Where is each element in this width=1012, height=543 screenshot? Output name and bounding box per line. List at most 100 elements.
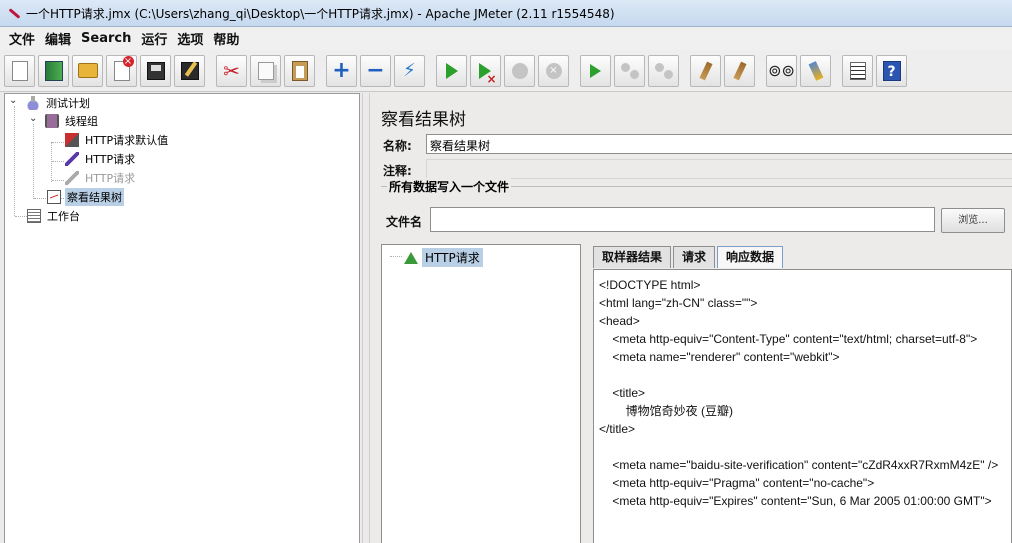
new-button[interactable] <box>4 54 35 87</box>
help-button[interactable]: ? <box>876 54 907 87</box>
comment-field[interactable] <box>426 159 1012 179</box>
response-line <box>599 438 1006 456</box>
start-icon <box>445 62 458 79</box>
jmeter-feather-icon <box>6 6 20 20</box>
tree-toggle-thread-group[interactable]: ⌄ <box>29 114 38 124</box>
spool-icon <box>45 114 59 128</box>
cut-button[interactable]: ✂ <box>216 54 247 87</box>
response-line: <!DOCTYPE html> <box>599 278 701 292</box>
result-sample-node[interactable]: HTTP请求 <box>404 248 483 267</box>
menu-file[interactable]: 文件 <box>4 29 40 48</box>
paste-icon <box>291 60 308 81</box>
open-folder-icon <box>77 63 98 78</box>
reset-search-button[interactable] <box>800 54 831 87</box>
test-plan-tree: ⌄ ⌄ 测试计划 线程组 HTTP请求默认值 HTTP请求 HTTP请求 察看结… <box>4 93 360 543</box>
page-title: 察看结果树 <box>381 110 466 130</box>
start-button[interactable] <box>436 54 467 87</box>
paste-button[interactable] <box>284 54 315 87</box>
stop-button[interactable] <box>504 54 535 87</box>
expand-icon: + <box>332 57 351 83</box>
window-title: 一个HTTP请求.jmx (C:\Users\zhang_qi\Desktop\… <box>26 6 615 21</box>
start-no-pause-button[interactable] <box>470 54 501 87</box>
menu-help[interactable]: 帮助 <box>208 29 244 48</box>
filename-label: 文件名 <box>386 215 423 229</box>
response-line <box>599 366 1006 384</box>
new-doc-icon <box>11 60 28 81</box>
tree-item-label: 线程组 <box>65 115 98 128</box>
response-line: <html lang="zh-CN" class=""> <box>599 296 758 310</box>
response-line: <meta name="baidu-site-verification" con… <box>599 458 999 472</box>
response-data-text[interactable]: <!DOCTYPE html> <html lang="zh-CN" class… <box>593 269 1012 543</box>
remote-shutdown-button[interactable] <box>648 54 679 87</box>
menu-search[interactable]: Search <box>76 31 136 46</box>
title-bar: 一个HTTP请求.jmx (C:\Users\zhang_qi\Desktop\… <box>0 0 1012 27</box>
open-button[interactable] <box>72 54 103 87</box>
menu-edit[interactable]: 编辑 <box>40 29 76 48</box>
name-label: 名称: <box>383 139 412 153</box>
templates-icon <box>44 60 63 81</box>
clear-all-button[interactable] <box>724 54 755 87</box>
start-no-pause-icon <box>478 62 497 85</box>
shutdown-icon: × <box>545 62 562 79</box>
close-doc-icon <box>113 55 134 81</box>
response-line: </title> <box>599 422 636 436</box>
response-line: <meta http-equiv="Expires" content="Sun,… <box>599 494 992 508</box>
tree-item-label: HTTP请求 <box>85 172 136 185</box>
tree-toggle-test-plan[interactable]: ⌄ <box>9 96 18 106</box>
copy-icon <box>257 61 274 80</box>
cut-icon: ✂ <box>223 58 240 83</box>
tree-item-http-defaults[interactable]: HTTP请求默认值 <box>65 131 170 149</box>
listener-panel: 察看结果树 名称: 察看结果树 注释: 所有数据写入一个文件 文件名 浏览...… <box>371 93 1012 543</box>
menu-options[interactable]: 选项 <box>172 29 208 48</box>
collapse-icon: − <box>366 57 385 83</box>
remote-start-button[interactable] <box>580 54 611 87</box>
tree-item-workbench[interactable]: 工作台 <box>27 207 82 225</box>
result-sample-label: HTTP请求 <box>422 248 483 267</box>
success-triangle-icon <box>404 251 418 264</box>
flask-icon <box>26 96 40 110</box>
clear-icon <box>698 61 713 80</box>
shutdown-button[interactable]: × <box>538 54 569 87</box>
stop-icon <box>511 62 528 79</box>
name-field[interactable]: 察看结果树 <box>426 134 1012 154</box>
filename-input[interactable] <box>430 207 935 232</box>
menu-run[interactable]: 运行 <box>136 29 172 48</box>
remote-stop-icon <box>620 62 639 79</box>
tree-item-test-plan[interactable]: 测试计划 <box>26 94 92 112</box>
templates-button[interactable] <box>38 54 69 87</box>
clear-all-icon <box>732 61 747 80</box>
help-icon: ? <box>882 60 901 81</box>
tree-item-http-request-disabled[interactable]: HTTP请求 <box>65 169 137 187</box>
tree-item-view-results-tree[interactable]: 察看结果树 <box>47 188 124 206</box>
close-button[interactable] <box>106 54 137 87</box>
copy-button[interactable] <box>250 54 281 87</box>
save-icon <box>146 61 165 80</box>
tree-item-thread-group[interactable]: 线程组 <box>45 112 100 130</box>
tab-response-data[interactable]: 响应数据 <box>717 246 784 268</box>
function-helper-button[interactable] <box>842 54 873 87</box>
browse-button[interactable]: 浏览... <box>941 208 1005 233</box>
remote-stop-button[interactable] <box>614 54 645 87</box>
function-helper-icon <box>849 61 866 80</box>
search-binoculars-icon: ⊚⊚ <box>768 60 795 80</box>
search-button[interactable]: ⊚⊚ <box>766 54 797 87</box>
clear-button[interactable] <box>690 54 721 87</box>
main-splitter[interactable] <box>362 93 370 543</box>
tree-item-http-request[interactable]: HTTP请求 <box>65 150 137 168</box>
listener-graph-icon <box>47 190 61 204</box>
tree-item-label: 工作台 <box>47 210 80 223</box>
save-button[interactable] <box>140 54 171 87</box>
response-line: <head> <box>599 314 640 328</box>
save-as-button[interactable] <box>174 54 205 87</box>
tab-sampler-result[interactable]: 取样器结果 <box>593 246 672 268</box>
sampler-pipette-icon <box>65 171 79 185</box>
collapse-all-button[interactable]: − <box>360 54 391 87</box>
remote-shutdown-icon <box>654 62 673 79</box>
result-splitter[interactable] <box>583 244 591 543</box>
expand-all-button[interactable]: + <box>326 54 357 87</box>
response-line: 博物馆奇妙夜 (豆瓣) <box>599 404 733 418</box>
result-sample-tree: HTTP请求 <box>381 244 581 543</box>
menu-bar: 文件 编辑 Search 运行 选项 帮助 <box>0 27 1012 50</box>
tab-request[interactable]: 请求 <box>673 246 716 268</box>
toggle-button[interactable]: ⚡ <box>394 54 425 87</box>
